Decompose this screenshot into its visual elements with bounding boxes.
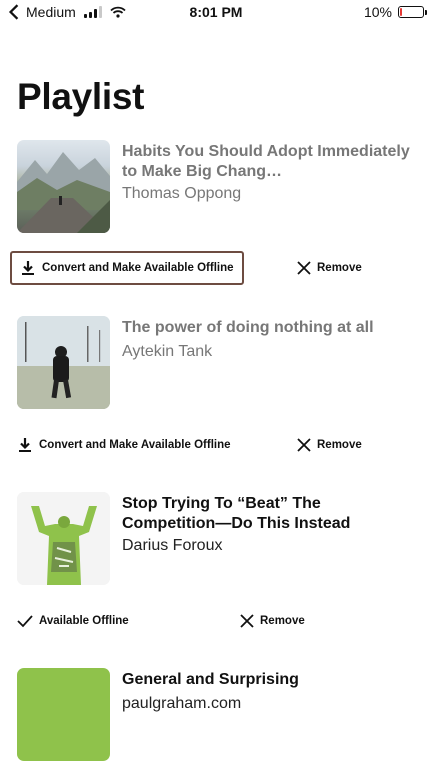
- article-thumbnail: [17, 140, 110, 233]
- article-thumbnail: [17, 492, 110, 585]
- remove-label: Remove: [317, 262, 362, 274]
- person-celebrating-image: [17, 492, 110, 585]
- article-thumbnail: [17, 668, 110, 761]
- remove-label: Remove: [260, 615, 305, 627]
- close-icon: [297, 261, 311, 275]
- article-title[interactable]: The power of doing nothing at all: [122, 318, 412, 338]
- available-offline-label: Available Offline: [39, 615, 129, 627]
- status-bar: Medium 8:01 PM 10%: [0, 0, 432, 24]
- convert-offline-button[interactable]: Convert and Make Available Offline: [10, 251, 244, 285]
- checkmark-icon: [17, 615, 33, 628]
- page-title: Playlist: [17, 76, 145, 117]
- playlist-item[interactable]: Stop Trying To “Beat” The Competition—Do…: [0, 492, 432, 642]
- remove-button[interactable]: Remove: [297, 428, 362, 462]
- article-author: Darius Foroux: [122, 537, 223, 554]
- close-icon: [297, 438, 311, 452]
- remove-button[interactable]: Remove: [297, 251, 362, 285]
- playlist-item[interactable]: Habits You Should Adopt Immediately to M…: [0, 140, 432, 290]
- article-author: Aytekin Tank: [122, 343, 213, 360]
- playlist-item[interactable]: General and Surprising paulgraham.com: [0, 668, 432, 768]
- article-author: paulgraham.com: [122, 695, 242, 712]
- remove-button[interactable]: Remove: [240, 604, 305, 638]
- available-offline-status[interactable]: Available Offline: [17, 604, 129, 638]
- battery-group: 10%: [363, 4, 427, 20]
- convert-offline-label: Convert and Make Available Offline: [42, 262, 234, 274]
- article-title[interactable]: General and Surprising: [122, 670, 412, 690]
- download-icon: [19, 438, 31, 452]
- article-title[interactable]: Stop Trying To “Beat” The Competition—Do…: [122, 494, 412, 534]
- battery-icon: [398, 6, 427, 18]
- article-thumbnail: [17, 316, 110, 409]
- mountain-lake-image: [17, 152, 110, 233]
- article-title[interactable]: Habits You Should Adopt Immediately to M…: [122, 142, 412, 182]
- convert-offline-button[interactable]: Convert and Make Available Offline: [17, 428, 231, 462]
- close-icon: [240, 614, 254, 628]
- battery-percent: 10%: [363, 4, 392, 20]
- convert-offline-label: Convert and Make Available Offline: [39, 439, 231, 451]
- remove-label: Remove: [317, 439, 362, 451]
- download-icon: [22, 261, 34, 275]
- person-walking-image: [17, 316, 110, 409]
- battery-level: [400, 8, 402, 16]
- playlist-item[interactable]: The power of doing nothing at all Ayteki…: [0, 316, 432, 466]
- article-author: Thomas Oppong: [122, 185, 242, 202]
